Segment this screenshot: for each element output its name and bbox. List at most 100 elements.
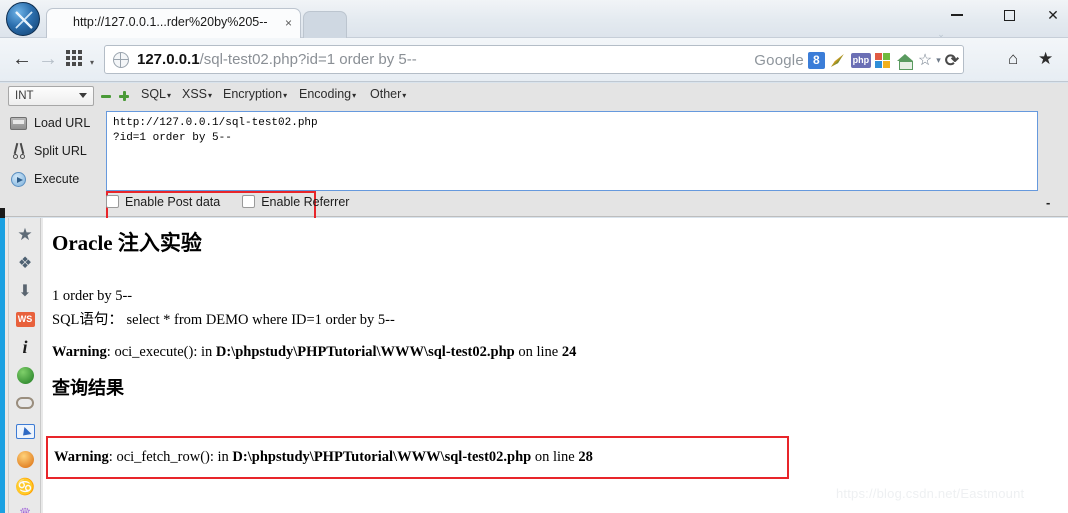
bookmark-star-icon[interactable]: ☆ [918,52,932,69]
sidebar-item-globe[interactable] [12,362,38,388]
forward-button[interactable]: → [36,48,60,72]
scissors-icon [12,143,26,159]
hackbar-action-list: Load URL Split URL Execute [0,111,104,195]
checkbox-box [106,195,119,208]
split-url-button[interactable]: Split URL [0,139,104,165]
apps-grid-caret-icon[interactable]: ▾ [90,58,94,67]
sidebar-item-download[interactable]: ⬇ [12,278,38,304]
hackbar-menu-xss[interactable]: XSS▾ [182,87,212,101]
enable-referrer-checkbox[interactable]: Enable Referrer [242,195,349,209]
address-bar-text: 127.0.0.1/sql-test02.php?id=1 order by 5… [137,51,417,68]
warning-line-number: 24 [561,344,577,360]
warning-line-number: 28 [578,449,593,465]
window-maximize-button[interactable] [986,0,1032,30]
sidebar-item-info[interactable]: i [12,334,38,360]
execute-label: Execute [34,172,80,186]
hackbar-menu-other[interactable]: Other▾ [370,87,406,101]
sidebar-item-crown[interactable]: ♛ [12,500,38,513]
play-icon [11,172,26,187]
warning-path: D:\phpstudy\PHPTutorial\WWW\sql-test02.p… [215,344,515,360]
hackbar-menu-sql[interactable]: SQL▾ [141,87,171,101]
execute-button[interactable]: Execute [0,167,104,193]
warning-suffix: on line [531,449,579,465]
info-italic-icon: i [22,336,28,357]
globe-icon [113,52,129,68]
warning-prefix: Warning [52,344,107,360]
windows-flag-icon[interactable] [874,52,892,69]
title-bar: http://127.0.0.1...rder%20by%205-- × ✕ ⌄ [0,0,1068,39]
chevron-down-icon: ▾ [402,91,407,100]
php-warning-fetch-row: Warning: oci_fetch_row(): in D:\phpstudy… [54,449,593,466]
apps-grid-icon[interactable] [66,50,88,68]
hackbar-panel: INT SQL▾ XSS▾ Encryption▾ Encoding▾ Othe… [0,83,1068,238]
google-search-label[interactable]: Google [754,52,804,69]
bookmarks-button[interactable]: ★ [1038,49,1053,69]
browser-window: http://127.0.0.1...rder%20by%205-- × ✕ ⌄… [0,0,1068,513]
menu-label: SQL [141,87,167,101]
new-tab-button[interactable] [303,11,347,38]
window-close-button[interactable]: ✕ [1030,0,1068,30]
page-content: Oracle 注入实验 1 order by 5-- SQL语句： select… [41,218,1068,513]
warning-suffix: on line [514,344,562,360]
watermark-text: https://blog.csdn.net/Eastmount [836,486,1025,501]
menu-label: Encryption [223,87,283,101]
browser-tab[interactable]: http://127.0.0.1...rder%20by%205-- × [46,8,301,38]
hackbar-increment-button[interactable] [119,91,129,101]
green-house-icon[interactable] [896,53,914,70]
sql-statement-line: SQL语句： select * from DEMO where ID=1 ord… [52,312,395,328]
minimize-icon [951,14,963,16]
puzzle-icon: ❖ [17,255,33,272]
orange-disc-icon [16,450,34,468]
split-url-label: Split URL [34,144,87,158]
bookmark-caret-icon[interactable]: ▾ [936,55,941,66]
hackbar-type-select[interactable]: INT [8,86,94,106]
chevron-down-icon: ▾ [167,91,172,100]
address-bar[interactable]: 127.0.0.1/sql-test02.php?id=1 order by 5… [104,45,964,74]
echo-input-line: 1 order by 5-- [52,288,133,304]
sidebar-item-ws[interactable]: WS [12,306,38,332]
green-globe-icon [16,366,34,384]
warning-body: : oci_fetch_row(): in [108,449,233,465]
load-url-label: Load URL [34,116,91,130]
reload-icon[interactable]: ⟳ [945,51,959,71]
address-path: /sql-test02.php?id=1 order by 5-- [199,51,417,68]
tab-close-icon[interactable]: × [285,15,292,31]
php-icon[interactable]: php [850,53,871,68]
sidebar-item-seahorse[interactable]: ♋ [12,474,38,500]
feather-colorzilla-icon[interactable] [829,52,847,69]
navigation-bar: ← → ▾ 127.0.0.1/sql-test02.php?id=1 orde… [0,38,1068,82]
hackbar-decrement-button[interactable] [101,91,111,101]
maximize-icon [1003,9,1015,21]
warning-prefix: Warning [54,449,109,465]
window-minimize-button[interactable] [934,0,980,30]
sidebar-item-star[interactable]: ★ [12,222,38,248]
load-url-button[interactable]: Load URL [0,111,104,137]
crown-icon: ♛ [18,504,32,513]
download-arrow-icon: ⬇ [18,283,32,300]
hackbar-panel-shrink-button[interactable]: - [1046,195,1050,210]
menu-label: XSS [182,87,208,101]
hackbar-menu-encryption[interactable]: Encryption▾ [223,87,287,101]
content-left-edge [41,218,43,513]
sidebar-item-puzzle[interactable]: ❖ [12,250,38,276]
hackbar-menu-encoding[interactable]: Encoding▾ [299,87,356,101]
google-8-icon[interactable]: 8 [807,52,825,69]
checkbox-box [242,195,256,208]
sidebar-divider [8,218,9,513]
enable-referrer-label: Enable Referrer [261,195,350,209]
load-url-icon [10,117,27,130]
back-button[interactable]: ← [10,48,34,72]
cursor-select-icon [15,423,35,439]
menu-label: Encoding [299,87,352,101]
sidebar-item-orange-disc[interactable] [12,446,38,472]
menu-label: Other [370,87,402,101]
enable-post-data-checkbox[interactable]: Enable Post data [106,195,220,209]
hackbar-url-textarea[interactable]: http://127.0.0.1/sql-test02.php ?id=1 or… [106,111,1038,191]
chevron-down-icon [79,93,87,98]
sidebar-item-cursor-select[interactable] [12,418,38,444]
home-button[interactable]: ⌂ [1008,49,1018,69]
sidebar-item-chain[interactable] [12,390,38,416]
page-title: Oracle 注入实验 [52,231,202,255]
link-chain-icon [16,397,34,409]
tab-title: http://127.0.0.1...rder%20by%205-- [73,15,268,29]
